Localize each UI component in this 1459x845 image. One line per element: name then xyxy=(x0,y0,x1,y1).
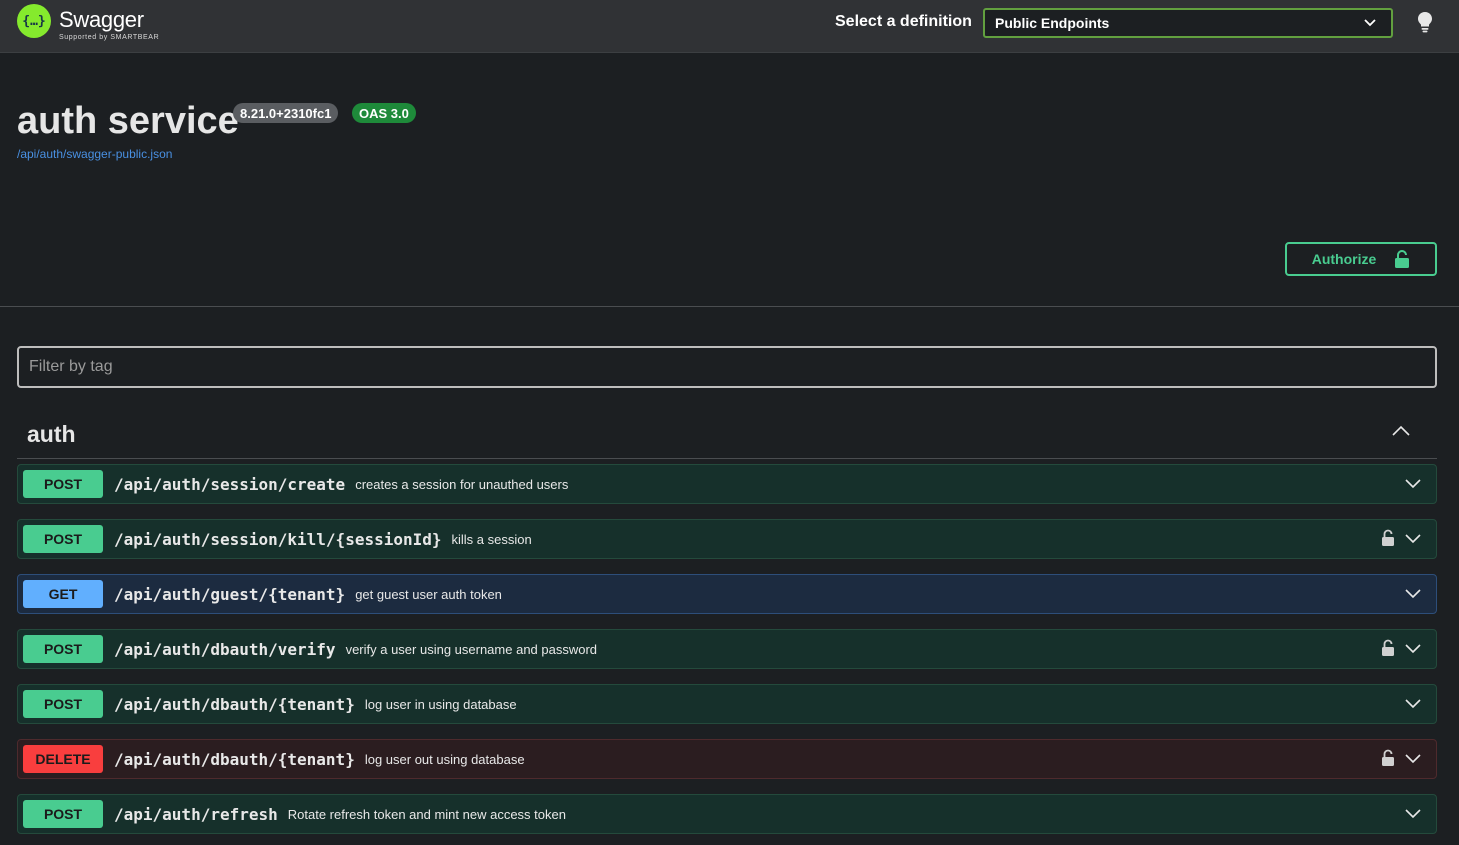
operation-summary: log user out using database xyxy=(364,751,525,767)
operation-row[interactable]: POST /api/auth/dbauth/verify verify a us… xyxy=(17,629,1437,669)
brand-name[interactable]: Swagger xyxy=(59,7,144,33)
operation-path: /api/auth/dbauth/{tenant} xyxy=(114,749,355,769)
operation-row[interactable]: POST /api/auth/session/kill/{sessionId} … xyxy=(17,519,1437,559)
tag-name: auth xyxy=(27,421,76,447)
spec-url-link[interactable]: /api/auth/swagger-public.json xyxy=(17,147,172,161)
operation-path: /api/auth/session/kill/{sessionId} xyxy=(114,529,442,549)
lightbulb-icon[interactable] xyxy=(1416,11,1434,33)
operation-path: /api/auth/session/create xyxy=(114,474,346,494)
operation-summary: creates a session for unauthed users xyxy=(355,476,569,492)
method-badge: POST xyxy=(23,525,103,553)
method-badge: GET xyxy=(23,580,103,608)
method-badge: POST xyxy=(23,470,103,498)
unlock-icon[interactable] xyxy=(1381,529,1395,547)
chevron-down-icon xyxy=(1364,19,1376,27)
brand-subtitle: Supported by SMARTBEAR xyxy=(59,34,160,41)
operation-summary: Rotate refresh token and mint new access… xyxy=(287,806,566,822)
swagger-logo-icon[interactable]: {…} xyxy=(17,4,51,38)
operation-row[interactable]: POST /api/auth/session/create creates a … xyxy=(17,464,1437,504)
oas-badge: OAS 3.0 xyxy=(352,103,416,123)
authorize-label: Authorize xyxy=(1311,251,1377,267)
top-bar: {…} Swagger Supported by SMARTBEAR Selec… xyxy=(0,0,1459,53)
chevron-down-icon[interactable] xyxy=(1404,808,1422,820)
operation-row[interactable]: GET /api/auth/guest/{tenant} get guest u… xyxy=(17,574,1437,614)
operation-path: /api/auth/dbauth/verify xyxy=(114,639,336,659)
method-badge: DELETE xyxy=(23,745,103,773)
version-badge: 8.21.0+2310fc1 xyxy=(233,103,339,123)
operation-row[interactable]: DELETE /api/auth/dbauth/{tenant} log use… xyxy=(17,739,1437,779)
chevron-down-icon[interactable] xyxy=(1404,533,1422,545)
unlock-icon[interactable] xyxy=(1381,639,1395,657)
chevron-down-icon[interactable] xyxy=(1404,588,1422,600)
page-title: auth service xyxy=(17,100,239,142)
chevron-up-icon[interactable] xyxy=(1391,424,1411,438)
operation-row[interactable]: POST /api/auth/dbauth/{tenant} log user … xyxy=(17,684,1437,724)
method-badge: POST xyxy=(23,800,103,828)
chevron-down-icon[interactable] xyxy=(1404,478,1422,490)
section-divider xyxy=(0,306,1459,307)
unlock-icon[interactable] xyxy=(1381,749,1395,767)
braces-icon: {…} xyxy=(22,13,46,29)
filter-by-tag-input[interactable] xyxy=(17,346,1437,388)
operation-summary: log user in using database xyxy=(364,696,517,712)
definition-select-value: Public Endpoints xyxy=(995,15,1110,31)
operation-path: /api/auth/guest/{tenant} xyxy=(114,584,346,604)
operation-row[interactable]: POST /api/auth/refresh Rotate refresh to… xyxy=(17,794,1437,834)
tag-section-header[interactable]: auth xyxy=(17,412,1437,459)
chevron-down-icon[interactable] xyxy=(1404,753,1422,765)
select-definition-label: Select a definition xyxy=(835,13,972,30)
method-badge: POST xyxy=(23,635,103,663)
chevron-down-icon[interactable] xyxy=(1404,643,1422,655)
operation-summary: get guest user auth token xyxy=(355,586,502,602)
operation-summary: verify a user using username and passwor… xyxy=(345,641,598,657)
chevron-down-icon[interactable] xyxy=(1404,698,1422,710)
operation-path: /api/auth/dbauth/{tenant} xyxy=(114,694,355,714)
operation-summary: kills a session xyxy=(451,531,532,547)
authorize-button[interactable]: Authorize xyxy=(1285,242,1437,276)
definition-select[interactable]: Public Endpoints xyxy=(983,8,1393,38)
operation-path: /api/auth/refresh xyxy=(114,804,278,824)
method-badge: POST xyxy=(23,690,103,718)
unlock-icon xyxy=(1395,250,1410,268)
